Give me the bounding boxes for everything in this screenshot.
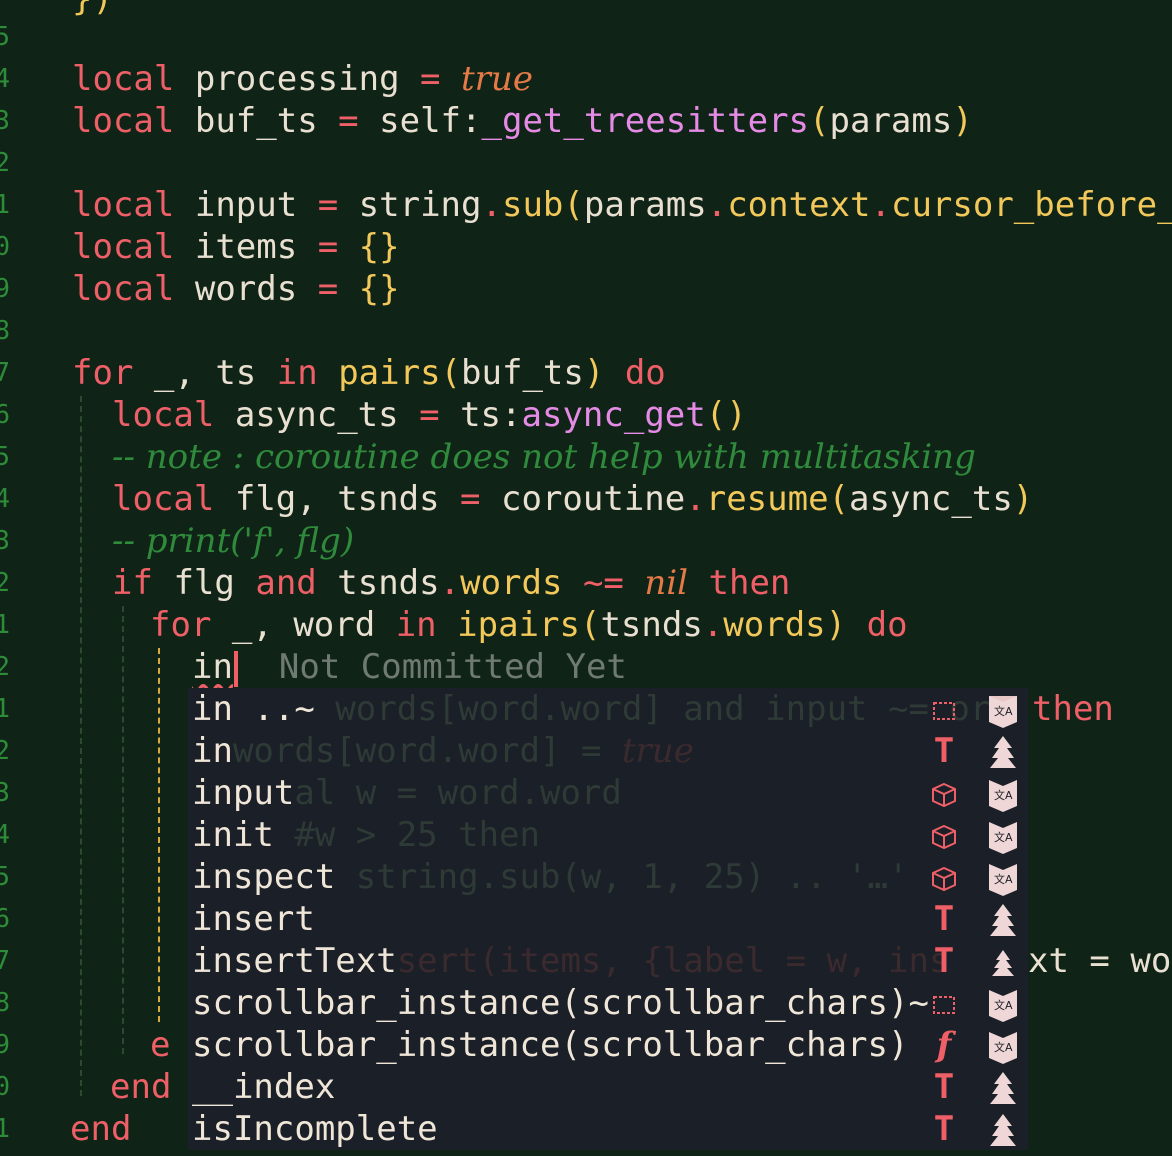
function-kind-icon: f (936, 1025, 952, 1065)
completion-item[interactable]: scrollbar_instance(scrollbar_chars) f 文A (188, 1024, 1028, 1066)
line-number-gutter: 5 4 3 2 1 0 9 8 7 6 5 4 3 2 1 2 1 2 3 4 … (0, 0, 12, 1156)
line-number: 3 (0, 106, 10, 136)
code-line: e (150, 1025, 171, 1065)
code-line: local input = string.sub(params.context.… (72, 185, 1172, 225)
line-number: 6 (0, 904, 10, 934)
line-number: 2 (0, 148, 10, 178)
completion-item[interactable]: in ..~ words[word.word] and input ~= or … (188, 688, 1028, 730)
line-number: 4 (0, 484, 10, 514)
treesitter-icon (988, 898, 1018, 940)
line-number: 1 (0, 190, 10, 220)
line-number: 6 (0, 400, 10, 430)
lsp-icon: 文A (988, 814, 1018, 856)
line-number: 5 (0, 22, 10, 52)
treesitter-icon (988, 1066, 1018, 1108)
line-number: 3 (0, 526, 10, 556)
completion-item[interactable]: init #w > 25 then 文A (188, 814, 1028, 856)
line-number: 1 (0, 1114, 10, 1144)
treesitter-icon (988, 940, 1018, 982)
line-number: 4 (0, 820, 10, 850)
line-number: 0 (0, 232, 10, 262)
code-comment: -- print('f', flg) (112, 521, 355, 561)
code-line: local async_ts = ts:async_get() (112, 395, 747, 435)
lsp-icon: 文A (988, 982, 1018, 1024)
line-number: 2 (0, 568, 10, 598)
code-line: local flg, tsnds = coroutine.resume(asyn… (112, 479, 1034, 519)
line-number: 5 (0, 442, 10, 472)
text-kind-icon: T (933, 1109, 955, 1149)
code-fragment: then (1032, 689, 1114, 729)
lsp-icon: 文A (988, 688, 1018, 730)
completion-item[interactable]: insertTextsert(items, {label = w, ins T (188, 940, 1028, 982)
cube-icon (930, 814, 958, 856)
code-line: end (70, 1109, 132, 1149)
completion-item[interactable]: __index T (188, 1066, 1028, 1108)
line-number: 5 (0, 862, 10, 892)
code-fragment: xt = wo (1028, 941, 1172, 981)
completion-item[interactable]: insert T (188, 898, 1028, 940)
treesitter-icon (988, 1108, 1018, 1150)
svg-text:文A: 文A (994, 830, 1013, 844)
treesitter-icon (988, 730, 1018, 772)
line-number: 7 (0, 946, 10, 976)
code-editor[interactable]: 5 4 3 2 1 0 9 8 7 6 5 4 3 2 1 2 1 2 3 4 … (0, 0, 1172, 1156)
line-number: 8 (0, 316, 10, 346)
line-number: 9 (0, 274, 10, 304)
svg-text:文A: 文A (994, 998, 1013, 1012)
cube-icon (930, 856, 958, 898)
git-blame-virtual-text: Not Committed Yet (278, 647, 627, 687)
completion-item[interactable]: isIncomplete T (188, 1108, 1028, 1150)
code-line: local buf_ts = self:_get_treesitters(par… (72, 101, 973, 141)
code-line: if flg and tsnds.words ~= nil then (112, 563, 791, 603)
lsp-icon: 文A (988, 1024, 1018, 1066)
line-number: 2 (0, 736, 10, 766)
text-cursor (233, 650, 238, 687)
line-number: 4 (0, 64, 10, 94)
text-kind-icon: T (933, 941, 955, 981)
lsp-icon: 文A (988, 856, 1018, 898)
svg-text:文A: 文A (994, 872, 1013, 886)
completion-menu[interactable]: in ..~ words[word.word] and input ~= or … (188, 688, 1028, 1150)
text-kind-icon: T (933, 1067, 955, 1107)
snippet-icon (930, 982, 958, 1024)
completion-item[interactable]: inspect string.sub(w, 1, 25) .. '…' 文A (188, 856, 1028, 898)
completion-item[interactable]: scrollbar_instance(scrollbar_chars)~ 文A (188, 982, 1028, 1024)
code-line: for _, word in ipairs(tsnds.words) do (150, 605, 908, 645)
code-line: end (110, 1067, 172, 1107)
code-line: }) (72, 0, 113, 20)
svg-text:文A: 文A (994, 788, 1013, 802)
indent-guide (122, 606, 124, 1054)
line-number: 9 (0, 1030, 10, 1060)
svg-text:文A: 文A (994, 704, 1013, 718)
line-number: 8 (0, 988, 10, 1018)
code-comment: -- note : coroutine does not help with m… (112, 437, 976, 477)
line-number: 1 (0, 610, 10, 640)
completion-item[interactable]: inputal w = word.word 文A (188, 772, 1028, 814)
line-number: 2 (0, 652, 10, 682)
svg-text:文A: 文A (994, 1040, 1013, 1054)
code-line: local items = {} (72, 227, 400, 267)
current-edit-line[interactable]: in Not Committed Yet (192, 646, 627, 688)
cube-icon (930, 772, 958, 814)
code-line: local processing = true (72, 59, 533, 99)
completion-item[interactable]: inwords[word.word] = true T (188, 730, 1028, 772)
line-number: 7 (0, 358, 10, 388)
indent-guide (80, 396, 82, 1096)
line-number: 3 (0, 778, 10, 808)
code-line: for _, ts in pairs(buf_ts) do (72, 353, 666, 393)
line-number: 0 (0, 1072, 10, 1102)
text-kind-icon: T (933, 731, 955, 771)
lsp-icon: 文A (988, 772, 1018, 814)
indent-guide-active (158, 648, 160, 1022)
typed-text[interactable]: in (192, 647, 233, 687)
snippet-icon (930, 688, 958, 730)
line-number: 1 (0, 694, 10, 724)
text-kind-icon: T (933, 899, 955, 939)
code-line: local words = {} (72, 269, 400, 309)
